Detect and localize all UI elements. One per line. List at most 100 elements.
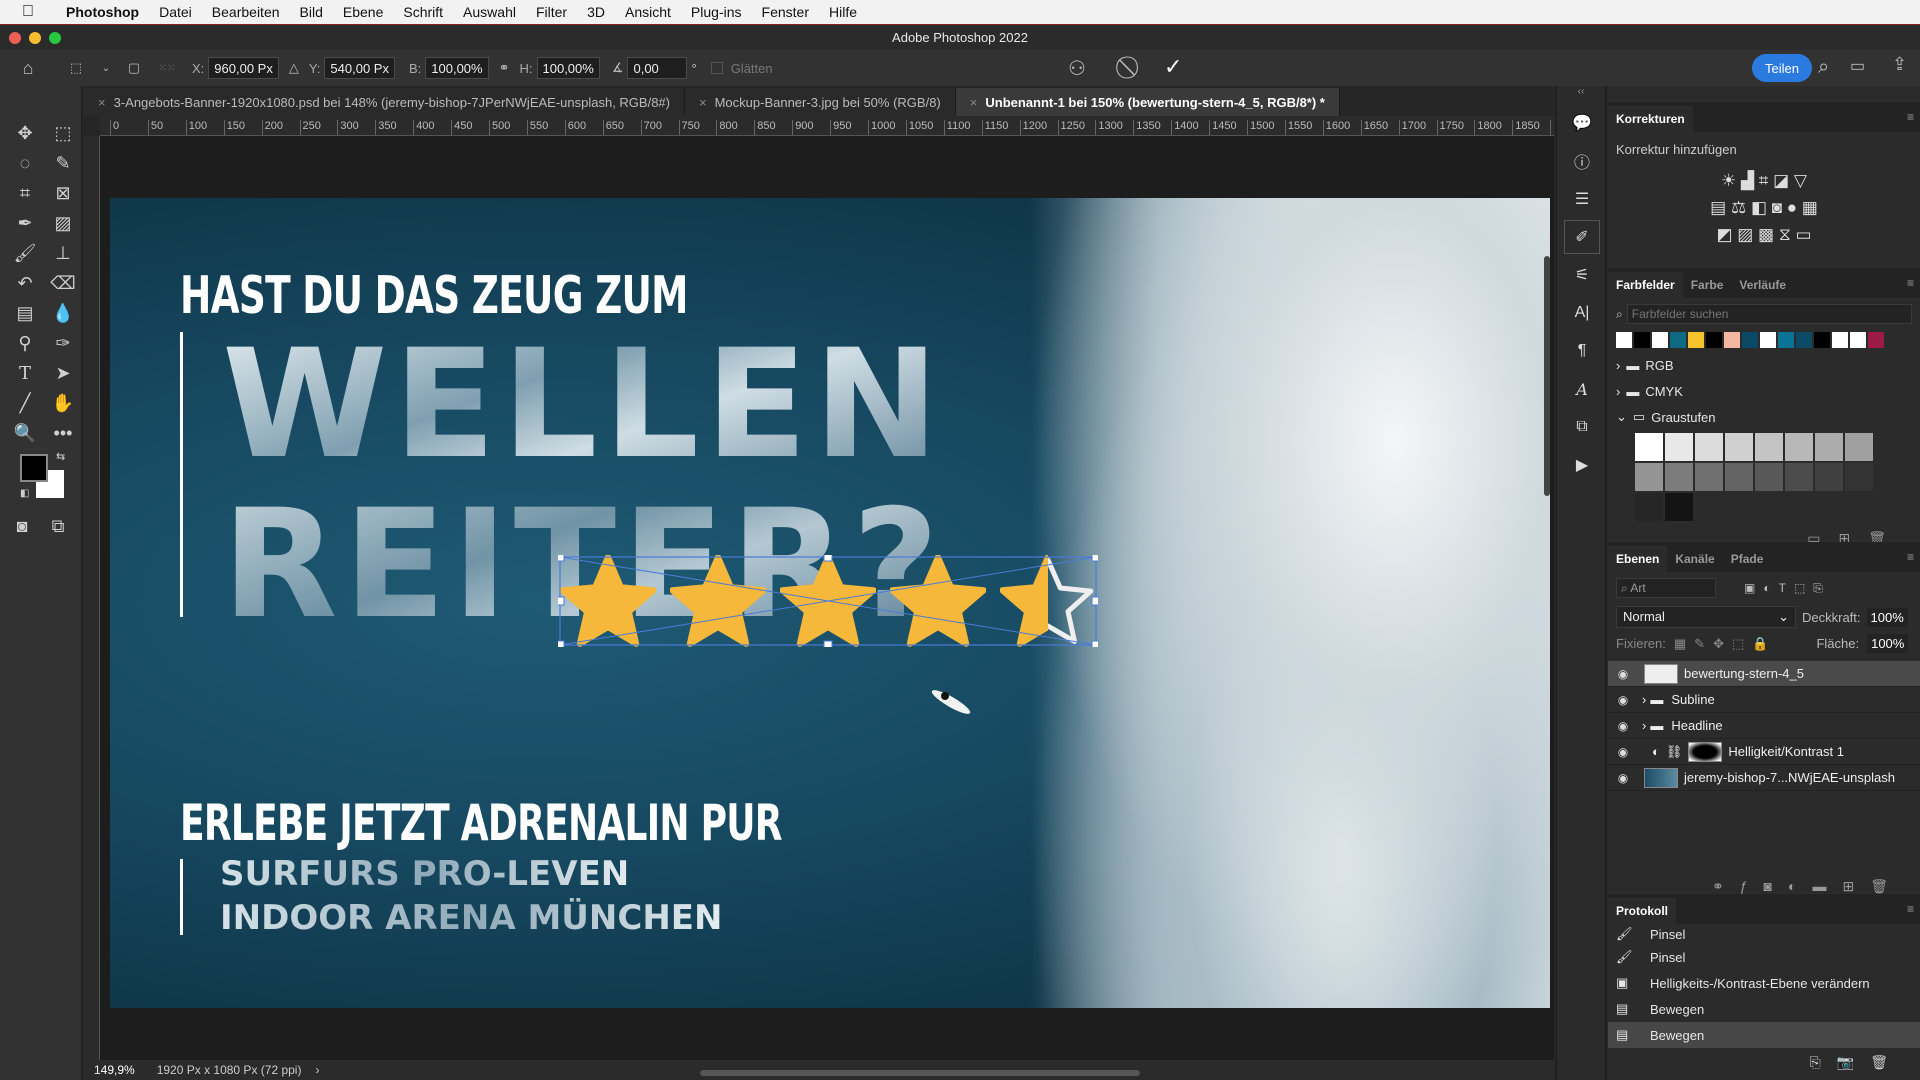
transform-handle[interactable] [558, 555, 565, 562]
color-swatch[interactable] [1724, 332, 1740, 348]
gray-swatch[interactable] [1725, 433, 1753, 461]
quick-mask-icon[interactable]: ◙ [10, 514, 34, 538]
menu-bearbeiten[interactable]: Bearbeiten [202, 4, 290, 20]
share-export-icon[interactable]: ⇪ [1892, 54, 1907, 75]
status-menu-arrow[interactable]: › [315, 1063, 319, 1077]
foreground-color-swatch[interactable] [20, 454, 48, 482]
vertical-scrollbar[interactable] [1544, 256, 1550, 496]
gray-swatch[interactable] [1725, 463, 1753, 491]
curves-icon[interactable]: ⌗ [1759, 171, 1769, 190]
filter-pixel-icon[interactable]: ▣ [1744, 581, 1755, 595]
screen-mode-icon[interactable]: ⧉ [46, 514, 70, 538]
new-document-from-state-icon[interactable]: ⎘ [1810, 1054, 1837, 1070]
gray-swatch[interactable] [1665, 463, 1693, 491]
tab-protokoll[interactable]: Protokoll [1608, 898, 1677, 924]
default-colors-icon[interactable]: ◧ [20, 488, 29, 499]
menu-fenster[interactable]: Fenster [752, 4, 819, 20]
tab-farbe[interactable]: Farbe [1683, 272, 1732, 298]
transform-handle[interactable] [558, 640, 565, 647]
panel-menu-icon[interactable]: ≡ [1907, 902, 1914, 916]
transform-handle[interactable] [823, 640, 833, 647]
reference-point-grid-icon[interactable]: ⁙⁙ [152, 63, 182, 74]
exposure-icon[interactable]: ◪ [1773, 171, 1789, 190]
color-swatch[interactable] [1796, 332, 1812, 348]
link-layers-icon[interactable]: ⚭ [1712, 878, 1740, 894]
history-brush-tool-icon[interactable]: ↶ [6, 268, 44, 298]
color-swatch[interactable] [1652, 332, 1668, 348]
visibility-eye-icon[interactable]: ◉ [1608, 771, 1638, 785]
lock-position-icon[interactable]: ✥ [1713, 636, 1724, 652]
gray-swatch[interactable] [1845, 433, 1873, 461]
new-group-icon[interactable]: ▬ [1812, 878, 1842, 894]
color-swatch[interactable] [1670, 332, 1686, 348]
comments-icon[interactable]: 💬 [1564, 106, 1600, 140]
reference-point-toggle[interactable]: ▢ [116, 60, 152, 76]
panel-menu-icon[interactable]: ≡ [1907, 276, 1914, 290]
layer-row[interactable]: ◉ › ▬ Headline [1608, 713, 1920, 739]
canvas-area[interactable]: HAST DU DAS ZEUG ZUM WELLEN REITER? ERLE… [100, 136, 1554, 1060]
path-selection-tool-icon[interactable]: ➤ [44, 358, 82, 388]
apple-icon[interactable]:  [0, 3, 56, 21]
new-adjustment-icon[interactable]: ◐ [1788, 878, 1812, 894]
search-icon[interactable]: ⌕ [1818, 56, 1829, 79]
swatch-group-cmyk[interactable]: › ▬ CMYK [1608, 378, 1920, 404]
visibility-eye-icon[interactable]: ◉ [1608, 719, 1638, 733]
chevron-right-icon[interactable]: › [1642, 692, 1646, 707]
dodge-tool-icon[interactable]: ⚲ [6, 328, 44, 358]
menu-filter[interactable]: Filter [526, 4, 577, 20]
rating-stars[interactable] [558, 555, 1098, 647]
transform-tool-icon[interactable]: ⬚ [56, 60, 96, 76]
gray-swatch[interactable] [1815, 433, 1843, 461]
paragraph-icon[interactable]: ¶ [1564, 334, 1600, 368]
menu-schrift[interactable]: Schrift [393, 4, 453, 20]
menu-ebene[interactable]: Ebene [333, 4, 393, 20]
type-tool-icon[interactable]: T [6, 358, 44, 388]
gray-swatch[interactable] [1695, 463, 1723, 491]
color-swatch[interactable] [1868, 332, 1884, 348]
swatch-group-graustufen[interactable]: ⌄ ▭ Graustufen [1608, 404, 1920, 430]
tab-farbfelder[interactable]: Farbfelder [1608, 272, 1683, 298]
close-window-button[interactable] [9, 32, 21, 44]
hue-saturation-icon[interactable]: ▤ [1710, 198, 1726, 217]
history-item[interactable]: 🖌 Pinsel [1608, 944, 1920, 970]
hand-tool-icon[interactable]: ✋ [44, 388, 82, 418]
libraries-icon[interactable]: ⧉ [1564, 410, 1600, 444]
close-tab-icon[interactable]: × [699, 95, 707, 110]
threshold-icon[interactable]: ▩ [1758, 225, 1774, 244]
gradient-map-icon[interactable]: ▽ [1794, 171, 1807, 190]
home-icon[interactable]: ⌂ [0, 58, 56, 79]
history-item[interactable]: 🖌 Pinsel [1608, 924, 1920, 944]
smooth-checkbox[interactable] [710, 62, 723, 74]
delta-icon[interactable]: △ [289, 60, 299, 76]
color-swatch[interactable] [1832, 332, 1848, 348]
healing-brush-tool-icon[interactable]: ▨ [44, 208, 82, 238]
selective-color-icon[interactable]: ⧖ [1779, 225, 1791, 244]
quick-selection-tool-icon[interactable]: ✎ [44, 148, 82, 178]
filter-smart-object-icon[interactable]: ⎘ [1813, 581, 1823, 596]
tab-document-3[interactable]: × Unbenannt-1 bei 150% (bewertung-stern-4… [955, 88, 1340, 116]
panel-menu-icon[interactable]: ≡ [1907, 550, 1914, 564]
close-tab-icon[interactable]: × [98, 95, 106, 110]
workspace-icon[interactable]: ▭ [1850, 56, 1865, 76]
artboard[interactable]: HAST DU DAS ZEUG ZUM WELLEN REITER? ERLE… [110, 198, 1550, 1008]
photo-filter-icon[interactable]: ◙ [1772, 198, 1782, 217]
layer-row[interactable]: ◉ › ▬ Subline [1608, 687, 1920, 713]
gray-swatch[interactable] [1695, 433, 1723, 461]
transform-handle[interactable] [1091, 640, 1098, 647]
lock-all-icon[interactable]: 🔒 [1752, 636, 1768, 652]
color-swatch[interactable] [1742, 332, 1758, 348]
eraser-tool-icon[interactable]: ⌫ [44, 268, 82, 298]
zoom-level[interactable]: 149,9% [94, 1063, 135, 1077]
height-input[interactable]: 100,00% [536, 57, 600, 79]
brushes-icon[interactable]: ⚟ [1564, 258, 1600, 292]
swatch-group-rgb[interactable]: › ▬ RGB [1608, 352, 1920, 378]
tab-pfade[interactable]: Pfade [1723, 546, 1772, 572]
blur-tool-icon[interactable]: 💧 [44, 298, 82, 328]
invert-icon[interactable]: ◩ [1716, 225, 1732, 244]
delete-state-icon[interactable]: 🗑 [1870, 1054, 1904, 1070]
color-swatch[interactable] [1688, 332, 1704, 348]
collapse-dock-icon[interactable]: ‹‹ [1557, 86, 1605, 102]
transform-handle[interactable] [1091, 596, 1098, 606]
panel-menu-icon[interactable]: ≡ [1907, 110, 1914, 124]
menu-ansicht[interactable]: Ansicht [615, 4, 681, 20]
